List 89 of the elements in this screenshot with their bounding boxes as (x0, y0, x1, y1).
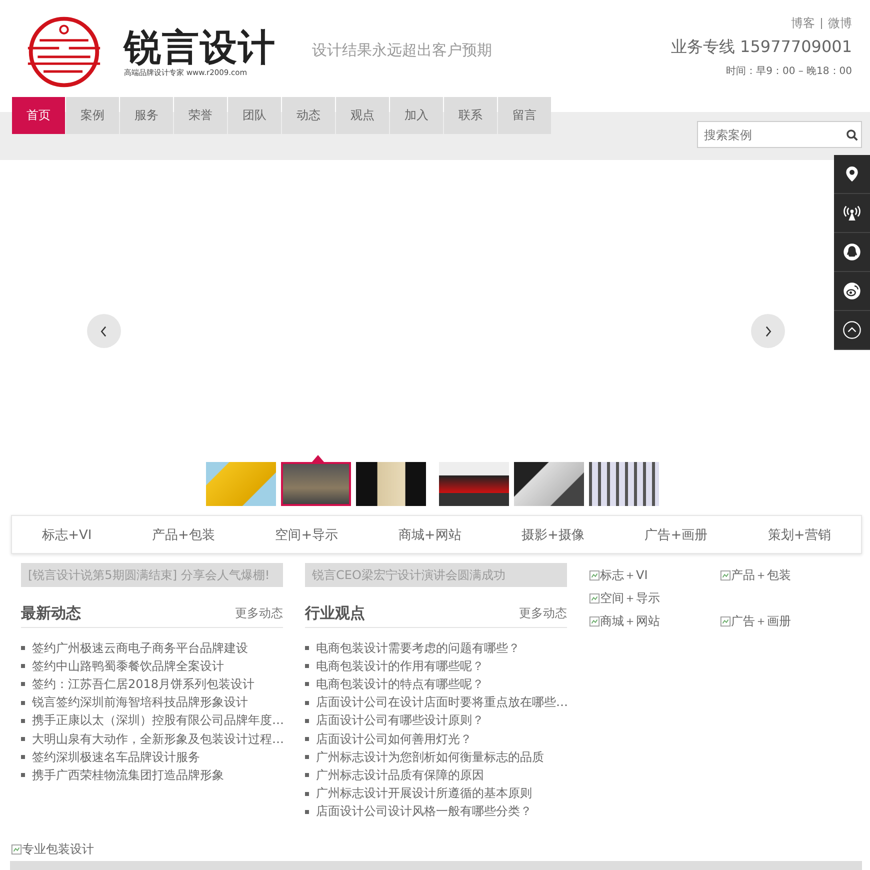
article-link[interactable]: 电商包装设计需要考虑的问题有哪些？ (316, 640, 520, 657)
header-link[interactable]: 微博 (828, 15, 852, 32)
broken-image-icon (720, 616, 731, 627)
article-link[interactable]: 携手正康以太（深圳）控股有限公司品牌年度… (32, 712, 284, 730)
bullet-icon (21, 646, 25, 650)
article-link[interactable]: 大明山泉有大动作，全新形象及包装设计过程… (32, 730, 284, 748)
thumbnail-image[interactable] (589, 462, 659, 506)
broken-image-icon (589, 570, 600, 581)
article-link[interactable]: 电商包装设计的作用有哪些呢？ (316, 658, 484, 675)
nav-tab[interactable]: 加入 (390, 97, 443, 134)
category-link[interactable]: 产品+包装 (152, 526, 215, 544)
more-link[interactable]: 更多动态 (235, 605, 283, 622)
image-alt-text[interactable]: 空间＋导示 (600, 590, 660, 607)
search-icon (846, 129, 858, 141)
article-link[interactable]: 签约深圳极速名车品牌设计服务 (32, 748, 200, 766)
bullet-icon (21, 700, 25, 705)
article-link[interactable]: 店面设计公司设计风格一般有哪些分类？ (316, 803, 532, 820)
thumbnail-image[interactable] (439, 462, 509, 506)
up-chevron-icon (842, 320, 862, 340)
broken-image-icon (589, 616, 600, 627)
article-link[interactable]: 店面设计公司在设计店面时要将重点放在哪些… (316, 694, 568, 712)
article-link[interactable]: 携手广西荣桂物流集团打造品牌形象 (32, 766, 224, 784)
slogan-text: 设计结果永远超出客户预期 (312, 41, 492, 60)
header-link[interactable]: 博客 (791, 15, 815, 32)
category-link[interactable]: 广告+画册 (644, 526, 708, 544)
article-link[interactable]: 锐言签约深圳前海智培科技品牌形象设计 (32, 694, 248, 712)
article-link[interactable]: 签约：江苏吾仁居2018月饼系列包装设计 (32, 676, 255, 693)
bullet-icon (21, 755, 25, 760)
category-link[interactable]: 空间+导示 (275, 526, 338, 544)
category-link[interactable]: 标志+VI (42, 526, 92, 544)
article-link[interactable]: 店面设计公司如何善用灯光？ (316, 730, 472, 748)
bullet-icon (21, 664, 25, 668)
pointer-icon (312, 455, 324, 462)
thumbnail-image[interactable] (514, 462, 584, 506)
bullet-icon (21, 682, 25, 686)
bullet-icon (305, 646, 309, 650)
image-alt-text[interactable]: 标志＋VI (600, 567, 648, 584)
logo-wordmark: 锐言设计 (124, 24, 277, 68)
section-title: 行业观点 (305, 604, 365, 623)
bullet-icon (21, 773, 25, 778)
bullet-icon (305, 810, 309, 814)
antenna-icon (842, 203, 862, 223)
chevron-left-icon (100, 326, 108, 336)
bullet-icon (305, 737, 309, 742)
hotline-text: 业务专线 15977709001 (670, 37, 852, 58)
bullet-icon (21, 718, 25, 723)
article-link[interactable]: 签约广州极速云商电子商务平台品牌建设 (32, 640, 248, 657)
category-link[interactable]: 摄影+摄像 (522, 526, 584, 544)
nav-tab[interactable]: 留言 (498, 97, 551, 134)
thumbnail-image[interactable] (206, 462, 276, 506)
category-link[interactable]: 策划+营销 (768, 526, 831, 544)
bullet-icon (305, 755, 309, 760)
nav-tab[interactable]: 联系 (444, 97, 497, 134)
nav-tab[interactable]: 观点 (336, 97, 389, 134)
penguin-icon (842, 242, 862, 262)
nav-tab[interactable]: 动态 (282, 97, 335, 134)
nav-tab[interactable]: 首页 (12, 97, 65, 134)
bullet-icon (305, 664, 309, 668)
image-alt-text: 专业包装设计 (22, 840, 94, 858)
nav-tab[interactable]: 服务 (120, 97, 173, 134)
bullet-icon (305, 682, 309, 686)
article-link[interactable]: 店面设计公司有哪些设计原则？ (316, 712, 484, 730)
hours-text: 时间：早9：00 – 晚18：00 (726, 64, 852, 78)
bullet-icon (305, 773, 309, 778)
category-link[interactable]: 商城+网站 (398, 526, 462, 544)
more-link[interactable]: 更多动态 (519, 605, 567, 622)
article-link[interactable]: 签约中山路鸭蜀黍餐饮品牌全案设计 (32, 658, 224, 675)
section-title: 最新动态 (21, 604, 81, 623)
broken-image-icon (720, 570, 731, 581)
article-link[interactable]: 广州标志设计品质有保障的原因 (316, 766, 484, 784)
nav-tab[interactable]: 团队 (228, 97, 281, 134)
image-alt-text[interactable]: 广告＋画册 (731, 613, 791, 630)
bullet-icon (305, 700, 309, 705)
broken-image-icon (589, 593, 600, 604)
thumbnail-image[interactable] (356, 462, 426, 506)
article-link[interactable]: 广州标志设计开展设计所遵循的基本原则 (316, 785, 532, 802)
bullet-icon (21, 737, 25, 742)
nav-tab[interactable]: 案例 (66, 97, 119, 134)
search-field[interactable]: 搜索案例 (697, 121, 862, 148)
image-alt-text[interactable]: 产品＋包装 (731, 567, 791, 584)
article-link[interactable]: 广州标志设计为您剖析如何衡量标志的品质 (316, 748, 544, 766)
chevron-right-icon (764, 326, 772, 336)
image-alt-text[interactable]: 商城＋网站 (600, 613, 660, 630)
bullet-icon (305, 718, 309, 723)
nav-tab[interactable]: 荣誉 (174, 97, 227, 134)
article-link[interactable]: 电商包装设计的特点有哪些呢？ (316, 676, 484, 693)
weibo-icon (842, 281, 862, 301)
bullet-icon (305, 792, 309, 796)
broken-image-icon (11, 844, 22, 855)
